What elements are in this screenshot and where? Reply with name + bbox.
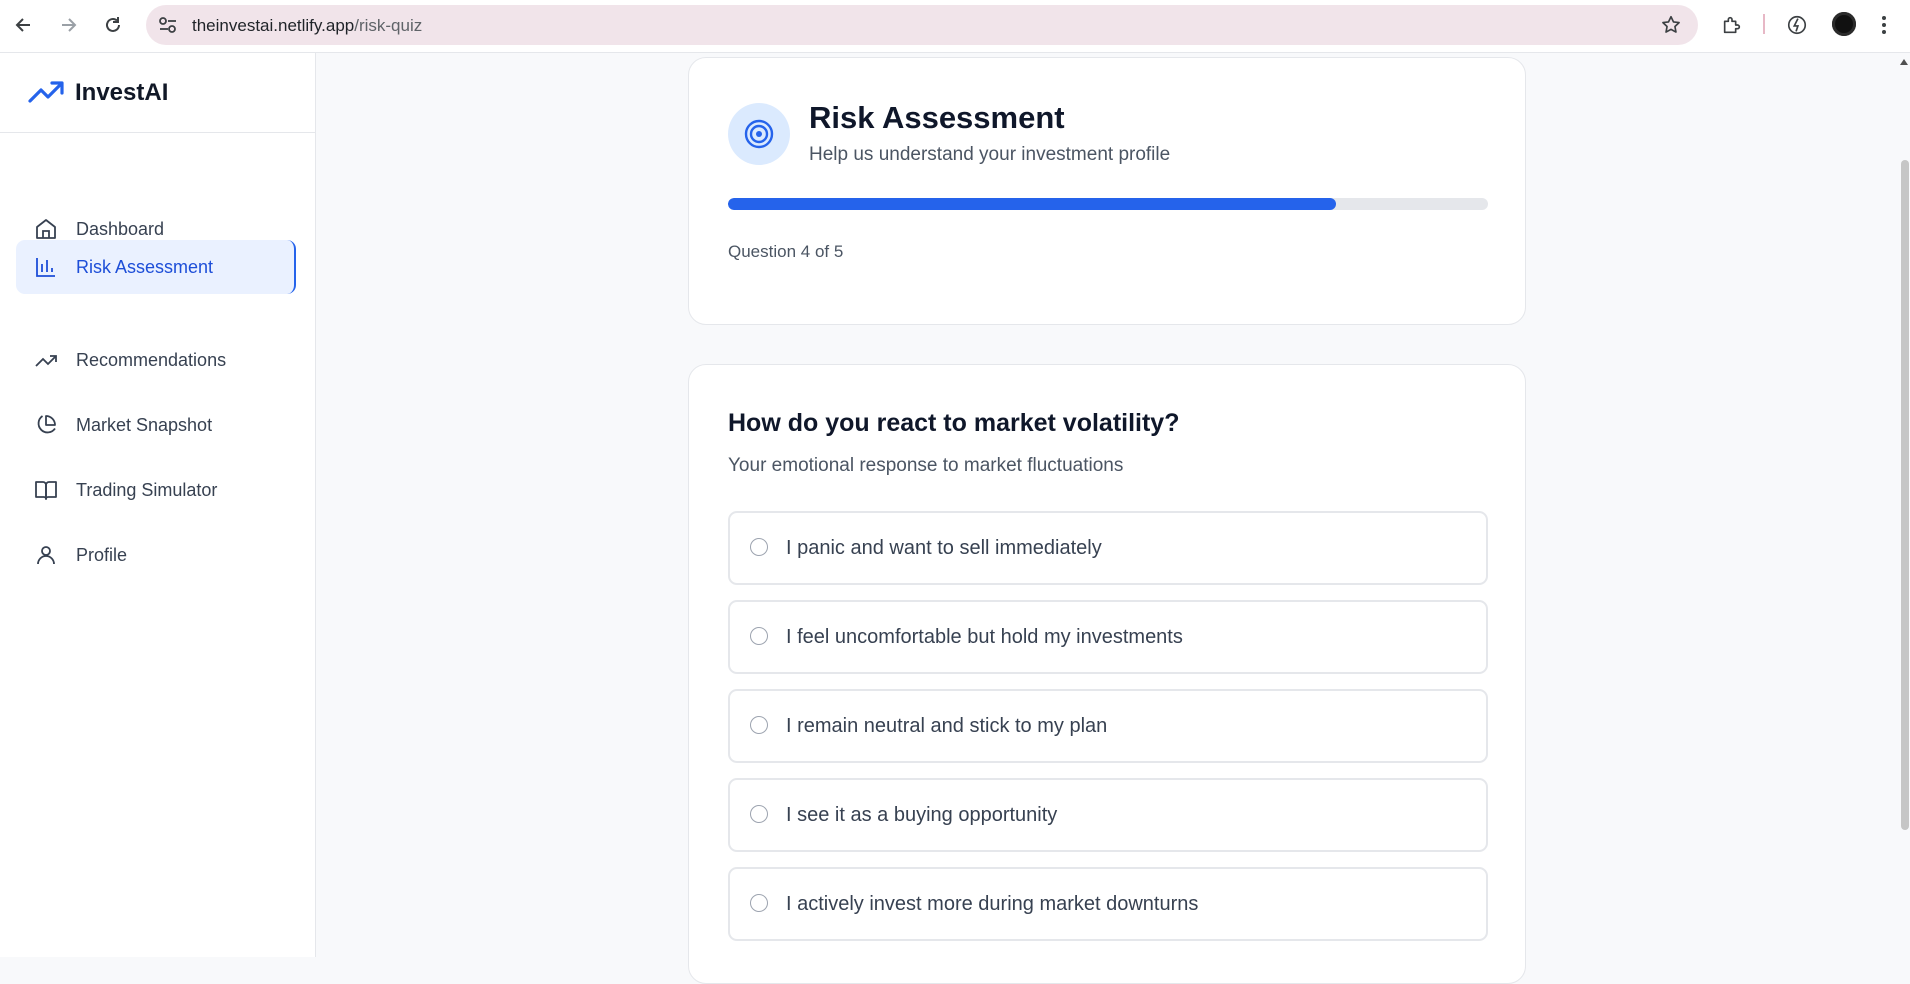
answer-option[interactable]: I actively invest more during market dow… — [728, 867, 1488, 941]
answer-option-label: I actively invest more during market dow… — [786, 893, 1199, 915]
sidebar-item-label: Market Snapshot — [76, 415, 213, 435]
brand-name: InvestAI — [75, 79, 169, 106]
sidebar-item-label: Dashboard — [76, 219, 165, 239]
sidebar-item-label: Recommendations — [76, 350, 227, 370]
sidebar-item-profile[interactable]: Profile — [16, 528, 296, 582]
question-title: How do you react to market volatility? — [728, 409, 1180, 437]
arrow-left-icon — [15, 18, 30, 32]
sidebar-item-risk-assessment[interactable]: Risk Assessment — [16, 240, 296, 294]
bar-chart-icon — [36, 258, 55, 277]
toolbar-divider — [1763, 14, 1765, 34]
back-button[interactable] — [10, 11, 38, 39]
address-bar[interactable]: theinvestai.netlify.app/risk-quiz — [146, 5, 1698, 45]
answer-option[interactable]: I feel uncomfortable but hold my investm… — [728, 600, 1488, 674]
browser-menu-button[interactable] — [1870, 11, 1898, 39]
sidebar-item-label: Risk Assessment — [76, 257, 214, 277]
sidebar-item-trading-simulator[interactable]: Trading Simulator — [16, 463, 296, 517]
speed-icon — [1787, 15, 1807, 35]
profile-avatar[interactable] — [1832, 12, 1856, 36]
page-title: Risk Assessment — [809, 100, 1065, 135]
forward-button[interactable] — [54, 11, 82, 39]
book-open-icon — [35, 481, 57, 500]
answer-option[interactable]: I remain neutral and stick to my plan — [728, 689, 1488, 763]
question-card: How do you react to market volatility? Y… — [688, 364, 1526, 984]
assessment-header-card: Risk Assessment Help us understand your … — [688, 57, 1526, 325]
radio-button[interactable] — [750, 716, 768, 734]
arrow-right-icon — [62, 18, 77, 32]
url-text[interactable]: theinvestai.netlify.app/risk-quiz — [192, 16, 422, 36]
user-icon — [37, 546, 55, 565]
sidebar-item-market-snapshot[interactable]: Market Snapshot — [16, 398, 296, 452]
radio-button[interactable] — [750, 538, 768, 556]
radio-button[interactable] — [750, 894, 768, 912]
site-settings-icon[interactable] — [158, 16, 178, 39]
brand[interactable]: InvestAI — [0, 53, 315, 133]
target-badge — [728, 103, 790, 165]
performance-button[interactable] — [1783, 11, 1811, 39]
reload-icon — [106, 17, 120, 32]
sidebar-item-label: Trading Simulator — [76, 480, 218, 500]
answer-option-label: I remain neutral and stick to my plan — [786, 715, 1108, 737]
puzzle-icon — [1723, 16, 1741, 34]
answer-option-label: I see it as a buying opportunity — [786, 804, 1058, 826]
quiz-progress-fill — [728, 198, 1336, 210]
trending-up-logo-icon — [28, 80, 64, 109]
radio-button[interactable] — [750, 805, 768, 823]
answer-option[interactable]: I panic and want to sell immediately — [728, 511, 1488, 585]
bookmark-star-icon[interactable] — [1660, 14, 1682, 41]
extensions-button[interactable] — [1718, 11, 1746, 39]
target-icon — [744, 119, 774, 149]
answer-option-label: I feel uncomfortable but hold my investm… — [786, 626, 1183, 648]
scrollbar-thumb[interactable] — [1901, 160, 1909, 830]
sidebar-item-label: Profile — [76, 545, 128, 565]
radio-button[interactable] — [750, 627, 768, 645]
url-path: /risk-quiz — [354, 16, 423, 35]
more-vertical-icon — [1882, 16, 1886, 34]
home-icon — [36, 219, 56, 239]
question-description: Your emotional response to market fluctu… — [728, 455, 1124, 476]
quiz-progress-bar — [728, 198, 1488, 210]
trending-up-icon — [35, 355, 57, 367]
pie-chart-icon — [37, 415, 56, 434]
sidebar: InvestAI Dashboard Risk Assessment Recom… — [0, 53, 316, 957]
reload-button[interactable] — [99, 11, 127, 39]
sidebar-item-recommendations[interactable]: Recommendations — [16, 333, 296, 387]
page-subtitle: Help us understand your investment profi… — [809, 144, 1171, 165]
answer-option-label: I panic and want to sell immediately — [786, 537, 1102, 559]
question-counter: Question 4 of 5 — [728, 242, 844, 261]
answer-option[interactable]: I see it as a buying opportunity — [728, 778, 1488, 852]
scroll-up-arrow-icon[interactable] — [1899, 58, 1909, 66]
url-host: theinvestai.netlify.app — [192, 16, 355, 35]
browser-toolbar: theinvestai.netlify.app/risk-quiz — [0, 0, 1910, 53]
